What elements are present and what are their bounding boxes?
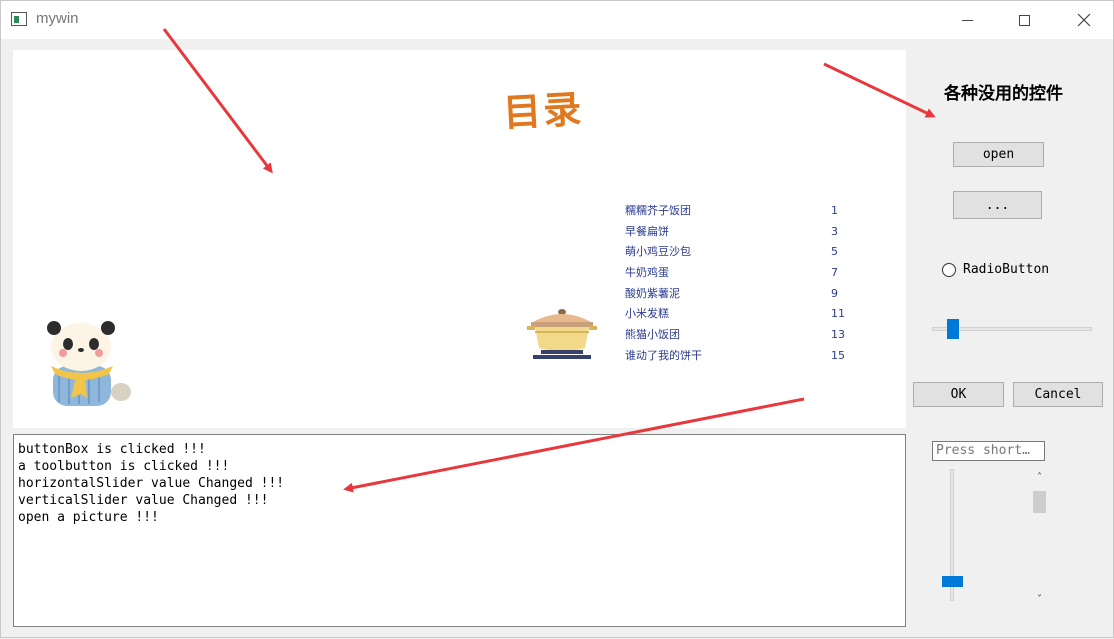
menu-title: 目录 [502, 85, 585, 136]
radio-label: RadioButton [963, 262, 1050, 277]
vertical-scrollbar[interactable]: ˄ ˅ [1031, 469, 1048, 609]
minimize-icon [961, 19, 973, 21]
log-line: horizontalSlider value Changed !!! [18, 476, 285, 491]
log-line: a toolbutton is clicked !!! [18, 459, 230, 474]
chevron-up-icon[interactable]: ˄ [1031, 471, 1048, 485]
cancel-button[interactable]: Cancel [1013, 382, 1103, 407]
menu-item-price: 9 [831, 286, 838, 300]
menu-item-name: 酸奶紫薯泥 [625, 286, 680, 300]
log-text-edit[interactable]: buttonBox is clicked !!! a toolbutton is… [13, 434, 906, 627]
menu-row: 早餐扁饼 3 [625, 222, 845, 243]
pot-illustration [527, 309, 597, 359]
window-title: mywin [36, 10, 79, 27]
close-button[interactable] [1061, 1, 1107, 39]
ok-button[interactable]: OK [913, 382, 1004, 407]
menu-item-name: 谁动了我的饼干 [625, 348, 702, 362]
log-line: buttonBox is clicked !!! [18, 442, 206, 457]
scrollbar-thumb[interactable] [1033, 491, 1046, 513]
maximize-button[interactable] [1001, 1, 1047, 39]
panda-illustration [47, 321, 131, 406]
close-icon [1077, 13, 1091, 27]
log-line: open a picture !!! [18, 510, 159, 525]
app-icon [11, 12, 27, 26]
radio-button[interactable]: RadioButton [942, 262, 1049, 277]
menu-row: 熊猫小饭团 13 [625, 325, 845, 346]
key-sequence-edit[interactable]: Press short… [932, 441, 1045, 461]
menu-item-price: 13 [831, 328, 845, 342]
menu-row: 牛奶鸡蛋 7 [625, 263, 845, 284]
log-line: verticalSlider value Changed !!! [18, 493, 269, 508]
menu-item-price: 7 [831, 266, 838, 280]
open-button[interactable]: open [953, 142, 1044, 167]
maximize-icon [1018, 14, 1030, 26]
menu-item-price: 11 [831, 307, 845, 321]
tool-button[interactable]: ... [953, 191, 1042, 219]
menu-row: 酸奶紫薯泥 9 [625, 284, 845, 305]
menu-item-name: 小米发糕 [625, 307, 669, 321]
menu-item-name: 熊猫小饭团 [625, 328, 680, 342]
minimize-button[interactable] [944, 1, 990, 39]
menu-list: 糯糯芥子饭团 1 早餐扁饼 3 萌小鸡豆沙包 5 牛奶鸡蛋 7 酸奶紫薯泥 9 小米发糕 1… [625, 201, 845, 367]
menu-item-name: 萌小鸡豆沙包 [625, 245, 691, 259]
horizontal-slider[interactable] [932, 316, 1092, 342]
side-panel-title: 各种没用的控件 [944, 84, 1063, 104]
radio-indicator [942, 262, 956, 277]
menu-row: 小米发糕 11 [625, 304, 845, 325]
menu-item-name: 糯糯芥子饭团 [625, 204, 691, 217]
menu-item-name: 牛奶鸡蛋 [625, 266, 669, 280]
main-window: mywin 目录 糯糯芥子饭团 1 早餐扁饼 3 萌小鸡豆沙包 5 牛奶鸡蛋 7… [0, 0, 1114, 638]
menu-row: 糯糯芥子饭团 1 [625, 201, 845, 222]
menu-row: 萌小鸡豆沙包 5 [625, 242, 845, 263]
title-bar[interactable]: mywin [1, 1, 1113, 39]
menu-item-price: 1 [831, 204, 838, 217]
menu-item-price: 3 [831, 224, 838, 238]
menu-row: 谁动了我的饼干 15 [625, 346, 845, 367]
slider-handle[interactable] [947, 319, 959, 339]
menu-item-price: 5 [831, 245, 838, 259]
picture-label: 目录 糯糯芥子饭团 1 早餐扁饼 3 萌小鸡豆沙包 5 牛奶鸡蛋 7 酸奶紫薯泥… [13, 50, 906, 428]
chevron-down-icon[interactable]: ˅ [1031, 593, 1048, 607]
menu-item-name: 早餐扁饼 [625, 224, 669, 238]
vertical-slider[interactable] [942, 469, 963, 601]
slider-handle[interactable] [942, 576, 963, 587]
menu-item-price: 15 [831, 348, 845, 362]
